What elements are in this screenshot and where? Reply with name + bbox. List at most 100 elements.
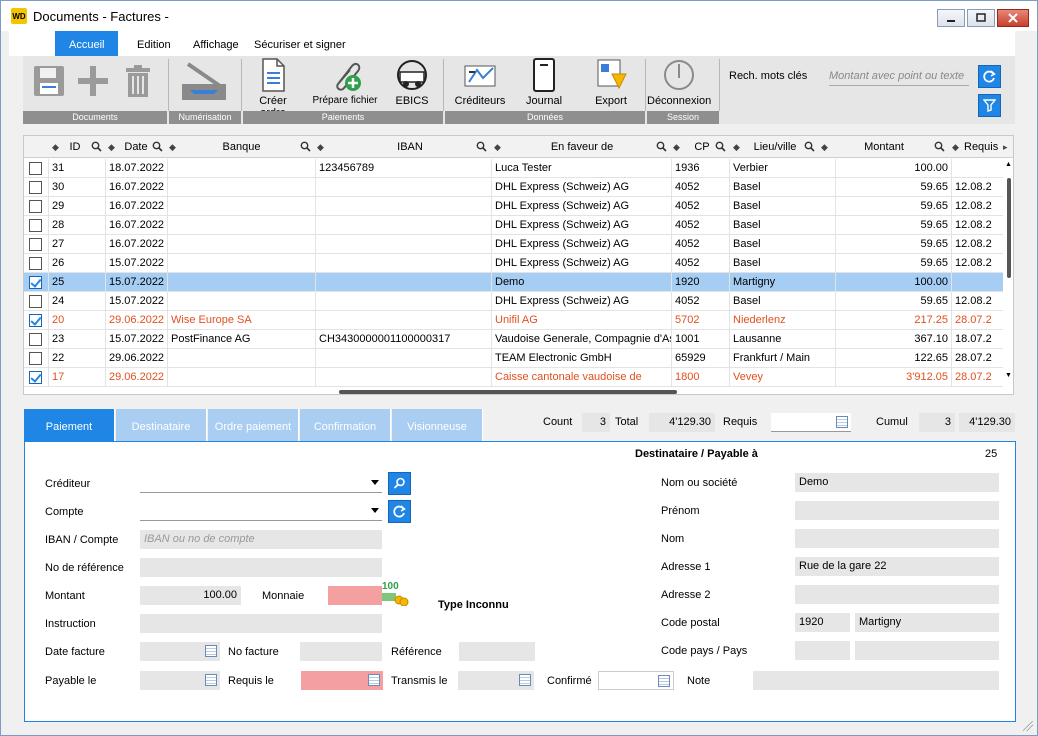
confirme-input[interactable] (598, 671, 674, 690)
search-icon[interactable] (715, 141, 726, 152)
row-checkbox[interactable] (29, 257, 42, 270)
date-facture-input[interactable] (140, 642, 220, 661)
row-checkbox[interactable] (29, 219, 42, 232)
menu-securiser[interactable]: Sécuriser et signer (254, 31, 346, 56)
search-icon[interactable] (152, 141, 163, 152)
ville-input[interactable]: Martigny (855, 613, 999, 632)
sort-icon[interactable]: ◆ (673, 136, 680, 158)
scroll-right-icon[interactable]: ▸ (1003, 136, 1008, 158)
col-en-faveur[interactable]: En faveur de (534, 136, 630, 158)
col-lieu[interactable]: Lieu/ville (746, 136, 804, 158)
sort-icon[interactable]: ◆ (952, 136, 959, 158)
payable-le-input[interactable] (140, 671, 220, 690)
col-montant[interactable]: Montant (854, 136, 914, 158)
table-row[interactable]: 20 29.06.2022 Wise Europe SA Unifil AG 5702 N… (24, 311, 1004, 330)
ebics-button[interactable]: EBICS (389, 58, 435, 107)
calendar-icon[interactable] (836, 416, 848, 428)
row-checkbox[interactable] (29, 276, 42, 289)
tab-visionneuse[interactable]: Visionneuse (392, 409, 483, 441)
deconnexion-button[interactable]: Déconnexion (647, 58, 711, 107)
table-row[interactable]: 22 29.06.2022 TEAM Electronic GmbH 65929 Fra… (24, 349, 1004, 368)
row-checkbox[interactable] (29, 352, 42, 365)
note-input[interactable] (753, 671, 999, 690)
instruction-input[interactable] (140, 614, 382, 633)
col-id[interactable]: ID (60, 136, 90, 158)
add-button[interactable] (75, 64, 111, 98)
pays-input[interactable] (855, 641, 999, 660)
crediteurs-button[interactable]: Créditeurs (449, 58, 511, 107)
calendar-icon[interactable] (368, 674, 380, 686)
prepare-fichier-button[interactable]: Prépare fichier (311, 58, 379, 106)
crediteur-select[interactable] (140, 474, 382, 493)
export-button[interactable]: Export (585, 58, 637, 107)
tab-confirmation[interactable]: Confirmation (300, 409, 391, 441)
row-checkbox[interactable] (29, 333, 42, 346)
prenom-input[interactable] (795, 501, 999, 520)
vertical-scrollbar[interactable]: ▲ ▼ (1003, 158, 1013, 394)
sort-icon[interactable]: ◆ (733, 136, 740, 158)
iban-input[interactable]: IBAN ou no de compte (140, 530, 382, 549)
table-row[interactable]: 17 29.06.2022 Caisse cantonale vaudoise de… (24, 368, 1004, 387)
search-icon[interactable] (656, 141, 667, 152)
calendar-icon[interactable] (205, 645, 217, 657)
sort-icon[interactable]: ◆ (494, 136, 501, 158)
table-row[interactable]: 28 16.07.2022 DHL Express (Schweiz) AG 4052… (24, 216, 1004, 235)
search-icon[interactable] (934, 141, 945, 152)
code-pays-input[interactable] (795, 641, 850, 660)
calendar-icon[interactable] (205, 674, 217, 686)
tab-paiement[interactable]: Paiement (24, 409, 115, 441)
scroll-up-icon[interactable]: ▲ (1005, 161, 1012, 168)
table-row[interactable]: 27 16.07.2022 DHL Express (Schweiz) AG 4052… (24, 235, 1004, 254)
adresse2-input[interactable] (795, 585, 999, 604)
sort-icon[interactable]: ◆ (821, 136, 828, 158)
table-row[interactable]: 30 16.07.2022 DHL Express (Schweiz) AG 4052… (24, 178, 1004, 197)
table-row[interactable]: 25 15.07.2022 Demo 1920 Martigny 100.00 (24, 273, 1004, 292)
montant-input[interactable]: 100.00 (140, 586, 241, 605)
no-facture-input[interactable] (300, 642, 382, 661)
table-row[interactable]: 31 18.07.2022 123456789 Luca Tester 1936 Verb… (24, 159, 1004, 178)
scroll-down-icon[interactable]: ▼ (1005, 372, 1012, 379)
transmis-le-input[interactable] (458, 671, 534, 690)
search-icon[interactable] (804, 141, 815, 152)
col-iban[interactable]: IBAN (374, 136, 446, 158)
requis-date-input[interactable] (771, 413, 851, 432)
col-banque[interactable]: Banque (194, 136, 289, 158)
nom-input[interactable] (795, 529, 999, 548)
requis-le-input[interactable] (301, 671, 383, 690)
row-checkbox[interactable] (29, 314, 42, 327)
nom-societe-input[interactable]: Demo (795, 473, 999, 492)
col-cp[interactable]: CP (690, 136, 714, 158)
menu-accueil[interactable]: Accueil (55, 31, 119, 56)
code-postal-input[interactable]: 1920 (795, 613, 850, 632)
resize-grip-icon[interactable] (1023, 721, 1033, 731)
vertical-scroll-thumb[interactable] (1007, 178, 1011, 278)
refresh-button[interactable] (978, 65, 1001, 88)
filter-button[interactable] (978, 94, 1001, 117)
row-checkbox[interactable] (29, 295, 42, 308)
compte-refresh-button[interactable] (388, 500, 411, 523)
table-row[interactable]: 23 15.07.2022 PostFinance AG CH343000000110… (24, 330, 1004, 349)
calendar-icon[interactable] (519, 674, 531, 686)
row-checkbox[interactable] (29, 238, 42, 251)
maximize-button[interactable] (967, 9, 995, 27)
table-row[interactable]: 26 15.07.2022 DHL Express (Schweiz) AG 4052… (24, 254, 1004, 273)
table-row[interactable]: 24 15.07.2022 DHL Express (Schweiz) AG 4052… (24, 292, 1004, 311)
search-icon[interactable] (300, 141, 311, 152)
monnaie-input[interactable] (328, 586, 382, 605)
scan-button[interactable] (179, 60, 229, 104)
row-checkbox[interactable] (29, 200, 42, 213)
adresse1-input[interactable]: Rue de la gare 22 (795, 557, 999, 576)
sort-icon[interactable]: ◆ (108, 136, 115, 158)
compte-select[interactable] (140, 502, 382, 521)
keyword-search-input[interactable]: Montant avec point ou texte (829, 70, 969, 86)
delete-button[interactable] (121, 64, 155, 98)
reference-no-input[interactable] (140, 558, 382, 577)
col-requis[interactable]: Requis (964, 136, 998, 158)
crediteur-search-button[interactable] (388, 472, 411, 495)
row-checkbox[interactable] (29, 181, 42, 194)
reference-input[interactable] (459, 642, 535, 661)
row-checkbox[interactable] (29, 162, 42, 175)
sort-icon[interactable]: ◆ (52, 136, 59, 158)
sort-icon[interactable]: ◆ (317, 136, 324, 158)
row-checkbox[interactable] (29, 371, 42, 384)
